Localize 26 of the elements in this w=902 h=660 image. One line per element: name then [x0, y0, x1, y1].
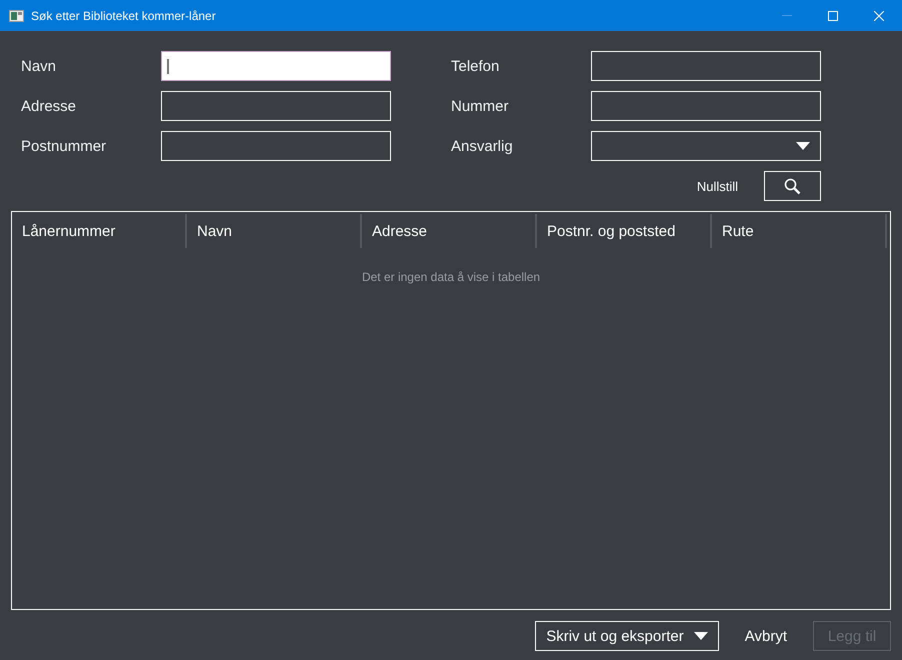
close-icon [874, 10, 884, 20]
empty-message: Det er ingen data å vise i tabellen [360, 270, 542, 284]
export-button[interactable]: Skriv ut og eksporter [535, 621, 719, 651]
field-label: Navn [21, 58, 58, 74]
maximize-icon [828, 10, 838, 20]
caret-icon [796, 142, 810, 150]
column-header[interactable]: Navn [187, 214, 362, 248]
minimize-icon [782, 15, 792, 16]
window-title: Søk etter Biblioteket kommer-låner [31, 8, 217, 22]
cancel-button[interactable]: Avbryt [744, 621, 787, 651]
field-label: Telefon [451, 58, 500, 74]
search-icon [784, 178, 801, 194]
input-field[interactable] [161, 51, 391, 81]
column-header[interactable]: Lånernummer [12, 214, 187, 248]
caret-icon [694, 632, 708, 640]
dropdown-field[interactable] [591, 131, 821, 161]
field-label: Adresse [21, 98, 78, 114]
field-label: Postnummer [21, 138, 108, 154]
app-icon [9, 10, 24, 22]
column-header[interactable]: Adresse [362, 214, 537, 248]
search-button[interactable] [764, 171, 821, 201]
field-label: Ansvarlig [451, 138, 514, 154]
column-header[interactable]: Rute [712, 214, 887, 248]
reset-button[interactable]: Nullstill [696, 178, 738, 194]
column-header[interactable]: Postnr. og poststed [537, 214, 712, 248]
field-label: Nummer [451, 98, 510, 114]
